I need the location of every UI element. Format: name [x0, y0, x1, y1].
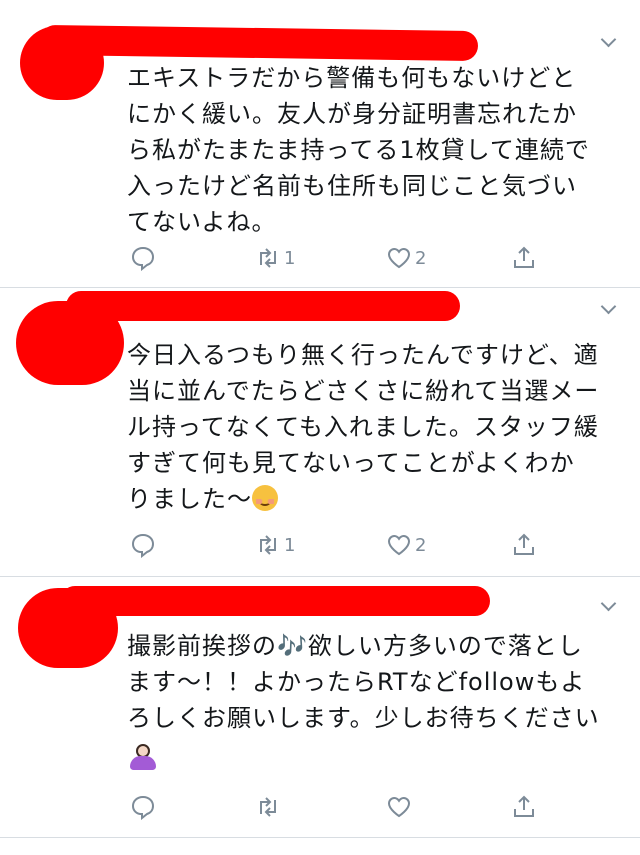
tweet-text: 今日入るつもり無く行ったんですけど、適 当に並んでたらどさくさに紛れて当選メー …	[127, 337, 617, 517]
person-bowing-emoji	[127, 740, 159, 772]
tweet-actions: 1 2	[0, 530, 640, 560]
redacted-username	[66, 291, 460, 321]
heart-icon	[387, 247, 411, 269]
share-button[interactable]	[511, 792, 537, 822]
reply-button[interactable]	[130, 530, 156, 560]
tweet[interactable]: 今日入るつもり無く行ったんですけど、適 当に並んでたらどさくさに紛れて当選メー …	[0, 287, 640, 577]
share-button[interactable]	[511, 243, 537, 273]
redacted-username	[39, 24, 479, 62]
tweet-feed: エキストラだから警備も何もないけどと にかく緩い。友人が身分証明書忘れたか ら私…	[0, 0, 640, 855]
like-button[interactable]: 2	[386, 530, 426, 560]
tweet-text: 撮影前挨拶の🎶欲しい方多いので落とし ます〜！！よかったらRTなどfollowも…	[127, 632, 600, 732]
share-icon	[514, 795, 534, 817]
like-count: 2	[415, 247, 427, 269]
tweet-text-body: 今日入るつもり無く行ったんですけど、適 当に並んでたらどさくさに紛れて当選メー …	[127, 341, 600, 513]
tweet-actions	[0, 792, 640, 822]
reply-icon	[131, 246, 155, 271]
retweet-icon	[260, 535, 276, 555]
retweet-icon	[260, 797, 276, 817]
chevron-down-icon[interactable]	[600, 298, 617, 315]
like-button[interactable]: 2	[386, 243, 426, 273]
share-icon	[514, 533, 534, 555]
tweet-text: エキストラだから警備も何もないけどと にかく緩い。友人が身分証明書忘れたか ら私…	[127, 64, 590, 236]
chevron-down-icon[interactable]	[600, 595, 617, 612]
chevron-down-icon[interactable]	[600, 31, 617, 48]
relieved-face-emoji	[252, 485, 278, 511]
retweet-button[interactable]	[255, 792, 284, 822]
retweet-button[interactable]: 1	[255, 243, 295, 273]
reply-icon	[131, 795, 155, 820]
redacted-username	[60, 586, 490, 616]
tweet[interactable]: 撮影前挨拶の🎶欲しい方多いので落とし ます〜！！よかったらRTなどfollowも…	[0, 576, 640, 838]
retweet-count: 1	[284, 247, 296, 269]
heart-icon	[387, 796, 411, 818]
retweet-count: 1	[284, 534, 296, 556]
share-button[interactable]	[511, 530, 537, 560]
retweet-icon	[260, 248, 276, 268]
tweet[interactable]: エキストラだから警備も何もないけどと にかく緩い。友人が身分証明書忘れたか ら私…	[0, 0, 640, 288]
reply-button[interactable]	[130, 243, 156, 273]
heart-icon	[387, 534, 411, 556]
share-icon	[514, 246, 534, 268]
reply-icon	[131, 533, 155, 558]
like-count: 2	[415, 534, 427, 556]
reply-button[interactable]	[130, 792, 156, 822]
tweet-actions: 1 2	[0, 243, 640, 273]
like-button[interactable]	[386, 792, 415, 822]
retweet-button[interactable]: 1	[255, 530, 295, 560]
